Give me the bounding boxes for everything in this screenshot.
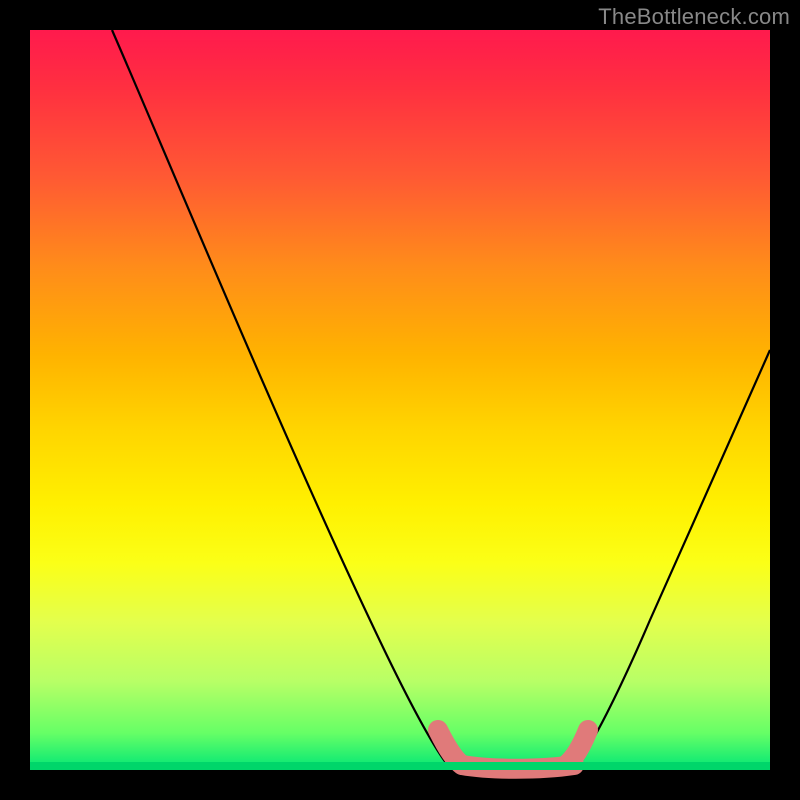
chart-svg bbox=[30, 30, 770, 770]
chart-frame: TheBottleneck.com bbox=[0, 0, 800, 800]
watermark-text: TheBottleneck.com bbox=[598, 4, 790, 30]
right-curve bbox=[574, 350, 770, 768]
baseline-green bbox=[30, 762, 770, 770]
left-curve bbox=[112, 30, 450, 768]
bottom-blob-right bbox=[566, 730, 588, 765]
